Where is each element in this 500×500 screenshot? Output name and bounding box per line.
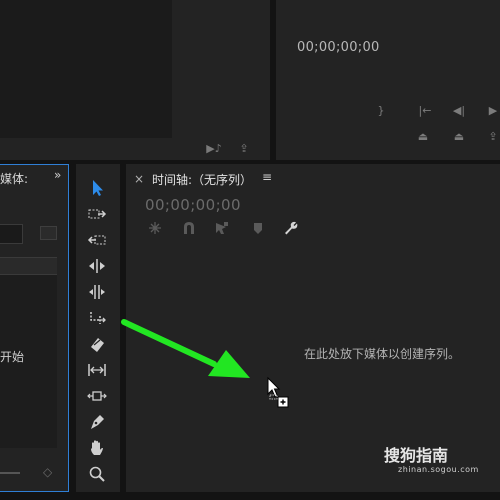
lift-icon[interactable]: ⏏ xyxy=(414,130,432,144)
source-video-area xyxy=(0,0,172,138)
slide-tool-icon[interactable] xyxy=(86,386,108,406)
add-marker-icon[interactable] xyxy=(250,220,266,236)
watermark-url: zhinan.sogou.com xyxy=(398,465,479,474)
project-import-hint: 开始 xyxy=(0,350,25,364)
timeline-drop-hint: 在此处放下媒体以创建序列。 xyxy=(304,347,461,361)
icon-size-slider[interactable] xyxy=(0,472,20,474)
insert-nested-sequence-icon[interactable] xyxy=(147,220,163,236)
track-select-forward-tool-icon[interactable] xyxy=(86,204,108,224)
mouse-cursor-drag-icon xyxy=(267,376,289,408)
extract-icon[interactable]: ⏏ xyxy=(450,130,468,144)
razor-tool-icon[interactable] xyxy=(86,334,108,354)
find-icon[interactable] xyxy=(40,226,57,240)
slip-tool-icon[interactable] xyxy=(86,360,108,380)
export-frame-program-icon[interactable]: ⇪ xyxy=(484,130,500,144)
project-list-header xyxy=(0,257,57,275)
project-tab-label[interactable]: 媒体: xyxy=(0,170,28,187)
watermark-logo: 搜狗指南 xyxy=(384,446,449,465)
export-frame-icon[interactable]: ⇪ xyxy=(236,142,252,156)
project-search-input[interactable] xyxy=(0,224,23,244)
rolling-edit-tool-icon[interactable] xyxy=(86,282,108,302)
timeline-settings-wrench-icon[interactable] xyxy=(283,220,299,236)
linked-selection-icon[interactable] xyxy=(214,220,230,236)
track-select-backward-tool-icon[interactable] xyxy=(86,230,108,250)
audio-output-icon[interactable]: ▶♪ xyxy=(206,142,222,156)
go-to-in-icon[interactable]: |← xyxy=(416,104,434,118)
play-icon[interactable]: ▶ xyxy=(484,104,500,118)
zoom-tool-icon[interactable] xyxy=(86,464,108,484)
pen-tool-icon[interactable] xyxy=(86,412,108,432)
panel-overflow-chevron-icon[interactable]: » xyxy=(54,168,61,182)
step-back-icon[interactable]: ◀| xyxy=(450,104,468,118)
mark-out-icon[interactable]: } xyxy=(372,104,390,118)
ripple-edit-tool-icon[interactable] xyxy=(86,256,108,276)
timeline-timecode[interactable]: 00;00;00;00 xyxy=(145,196,241,214)
sort-icon[interactable]: ◇ xyxy=(43,465,52,479)
program-timecode[interactable]: 00;00;00;00 xyxy=(297,40,380,55)
timeline-panel-menu-icon[interactable]: ≡ xyxy=(262,170,272,184)
green-arrow-annotation xyxy=(121,319,250,378)
timeline-close-icon[interactable]: × xyxy=(134,172,144,186)
selection-tool-icon[interactable] xyxy=(86,178,108,198)
rate-stretch-tool-icon[interactable] xyxy=(86,308,108,328)
timeline-tab-title[interactable]: 时间轴:（无序列） xyxy=(152,171,252,188)
hand-tool-icon[interactable] xyxy=(86,438,108,458)
source-monitor-panel: ▶♪ ⇪ xyxy=(0,0,270,160)
snap-magnet-icon[interactable] xyxy=(181,220,197,236)
